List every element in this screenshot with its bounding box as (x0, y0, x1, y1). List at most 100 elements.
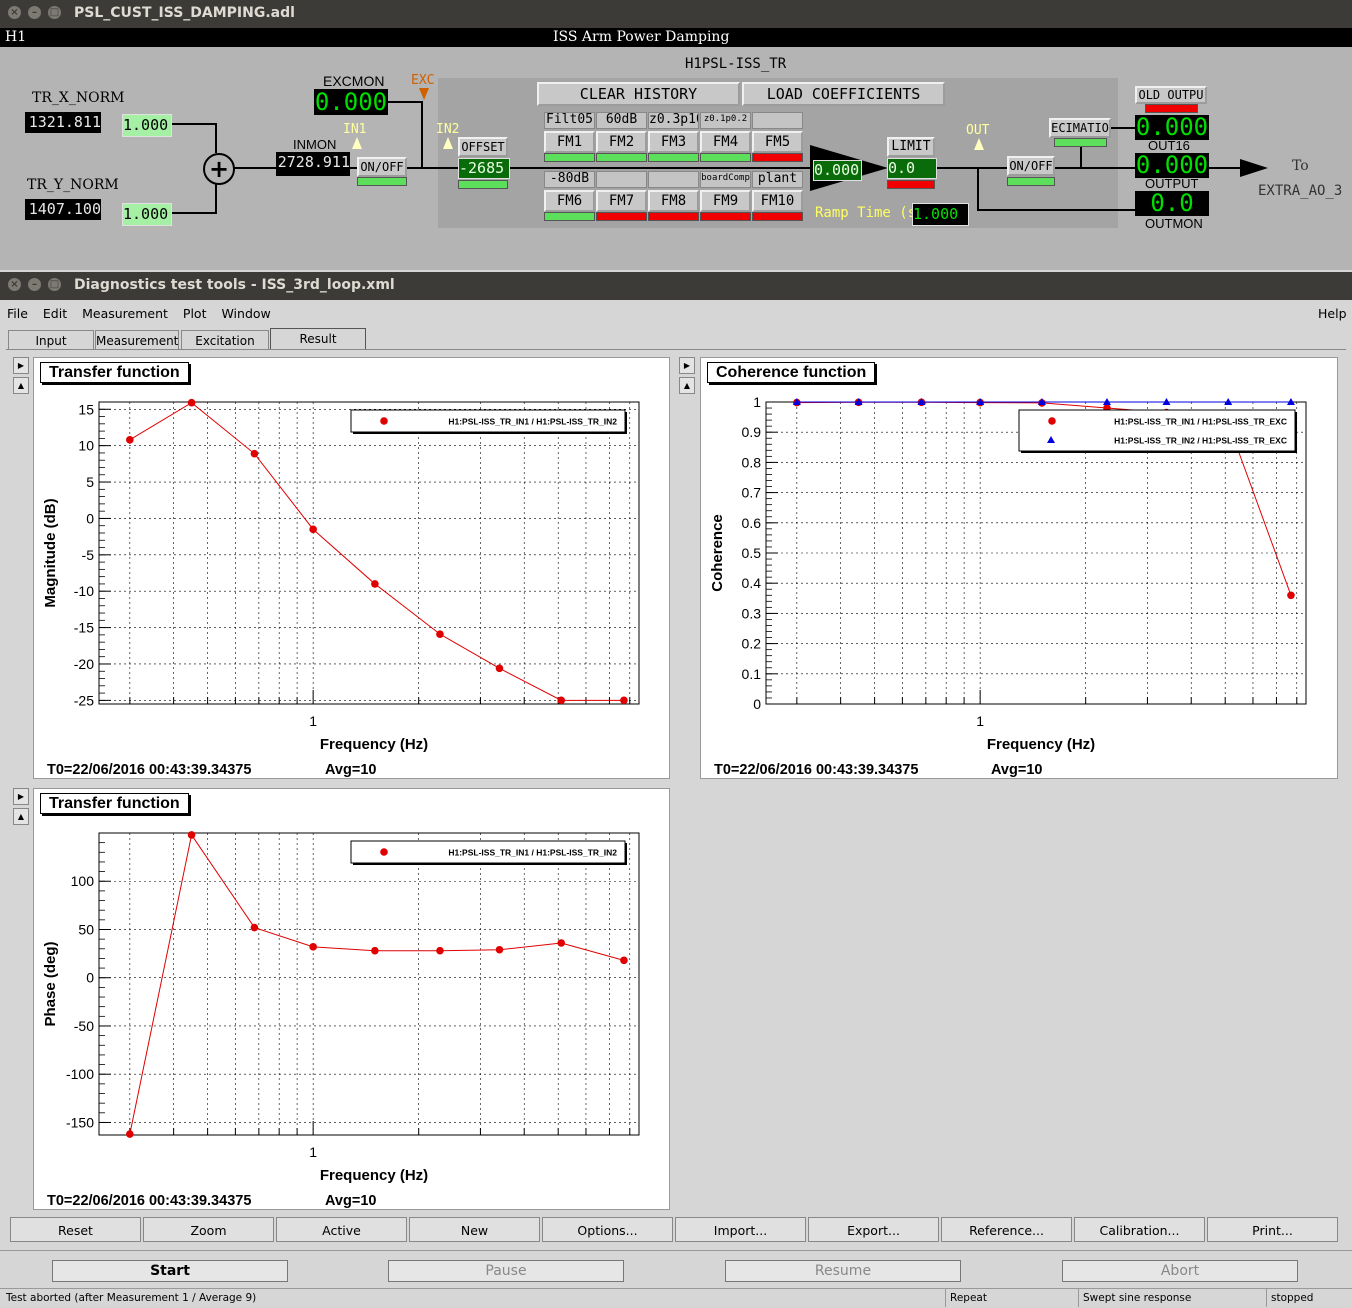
fm-button[interactable]: FM4 (700, 131, 751, 153)
filter-name-label: z0.1p0.2 (700, 112, 751, 129)
offset-indicator (458, 180, 508, 189)
menu-window[interactable]: Window (221, 306, 270, 321)
fm-button[interactable]: FM10 (752, 190, 803, 212)
clear-history-button[interactable]: CLEAR HISTORY (537, 82, 740, 106)
output-onoff-button[interactable]: ON/OFF (1007, 156, 1055, 176)
new-button[interactable]: New (409, 1217, 540, 1242)
fm-button[interactable]: FM6 (544, 190, 595, 212)
filter-name-label: 60dB (596, 112, 647, 129)
offset-button[interactable]: OFFSET (458, 137, 508, 157)
filter-name-label: z0.3p10 (648, 112, 699, 129)
tab-input[interactable]: Input (8, 330, 94, 349)
status-type: Swept sine response (1078, 1289, 1266, 1307)
menu-file[interactable]: File (7, 306, 28, 321)
x-tick-label: 1 (309, 1144, 317, 1160)
in2-arrow-icon (443, 137, 453, 149)
tab-measurement[interactable]: Measurement (95, 330, 179, 349)
tr-x-gain-field[interactable]: 1.000 (122, 114, 172, 137)
data-point (436, 630, 444, 638)
in1-label: IN1 (343, 122, 367, 137)
tab-result[interactable]: Result (270, 328, 366, 350)
load-coefficients-button[interactable]: LOAD COEFFICIENTS (742, 82, 945, 106)
start-button[interactable]: Start (52, 1260, 288, 1282)
maximize-icon[interactable]: □ (48, 278, 61, 291)
gain-field[interactable]: 0.000 (813, 160, 862, 181)
y-tick-label: 0.8 (742, 454, 762, 470)
calibration-button[interactable]: Calibration... (1074, 1217, 1205, 1242)
fm-button[interactable]: FM2 (596, 131, 647, 153)
close-icon[interactable]: × (8, 278, 21, 291)
fm-button[interactable]: FM3 (648, 131, 699, 153)
zoom-button[interactable]: Zoom (143, 1217, 274, 1242)
hold-output-button[interactable]: OLD OUTPU (1135, 86, 1207, 104)
dtt-titlebar[interactable]: × – □ Diagnostics test tools - ISS_3rd_l… (0, 272, 1352, 300)
y-tick-label: 0.3 (742, 605, 762, 621)
menu-edit[interactable]: Edit (43, 306, 67, 321)
inmon-label: INMON (293, 137, 337, 152)
data-point (557, 696, 566, 705)
print-button[interactable]: Print... (1207, 1217, 1338, 1242)
pad-expand-button[interactable]: ▶ (13, 357, 29, 374)
output-onoff-indicator (1007, 177, 1055, 186)
data-point (126, 1130, 134, 1138)
y-tick-label: 0 (753, 696, 761, 712)
pause-button[interactable]: Pause (388, 1260, 624, 1282)
tab-excitation[interactable]: Excitation (181, 330, 269, 349)
menu-help[interactable]: Help (1318, 306, 1347, 321)
limit-button[interactable]: LIMIT (887, 137, 935, 157)
medm-titlebar[interactable]: × – □ PSL_CUST_ISS_DAMPING.adl (0, 0, 1352, 28)
plot-title: Coherence function (707, 362, 876, 383)
fm-button[interactable]: FM5 (752, 131, 803, 153)
phase-plot[interactable]: 100 50 0 -50 -100 -150 1Frequency (Hz) Phase (d… (34, 789, 671, 1211)
import-button[interactable]: Import... (675, 1217, 806, 1242)
legend: H1:PSL-ISS_TR_IN1 / H1:PSL-ISS_TR_EXC H1:… (1018, 409, 1297, 453)
ramp-time-field[interactable]: 1.000 (912, 203, 969, 226)
y-tick-label: -150 (66, 1114, 94, 1130)
limit-field[interactable]: 0.0 (887, 158, 937, 179)
plot-pad-coherence[interactable]: 1 0.9 0.8 0.7 0.6 0.5 0.4 0.3 0.2 0.1 0 1 Frequency … (700, 357, 1338, 779)
fm-indicator (752, 212, 803, 221)
reset-button[interactable]: Reset (10, 1217, 141, 1242)
maximize-icon[interactable]: □ (48, 6, 61, 19)
pad-collapse-button[interactable]: ▲ (13, 808, 29, 825)
status-state: stopped (1266, 1289, 1350, 1307)
resume-button[interactable]: Resume (725, 1260, 961, 1282)
y-tick-label: 5 (86, 474, 94, 490)
plot-t0: T0=22/06/2016 00:43:39.34375 (47, 1193, 252, 1209)
dest-channel-label: EXTRA_AO_3 (1258, 183, 1343, 199)
limit-indicator (887, 180, 935, 189)
menu-plot[interactable]: Plot (183, 306, 207, 321)
pad-expand-button[interactable]: ▶ (679, 357, 695, 374)
plot-pad-magnitude[interactable]: 15 10 5 0 -5 -10 -15 -20 -25 1 Frequency (Hz) Magni… (33, 357, 670, 779)
in2-label: IN2 (436, 122, 460, 137)
offset-field[interactable]: -2685 (458, 158, 510, 179)
pad-collapse-button[interactable]: ▲ (13, 377, 29, 394)
fm-button[interactable]: FM1 (544, 131, 595, 153)
options-button[interactable]: Options... (542, 1217, 673, 1242)
fm-button[interactable]: FM9 (700, 190, 751, 212)
fm-button[interactable]: FM8 (648, 190, 699, 212)
data-point (371, 946, 379, 955)
plot-pad-phase[interactable]: 100 50 0 -50 -100 -150 1 Frequency (Hz) Phase (d… (33, 788, 670, 1210)
status-repeat: Repeat (945, 1289, 1075, 1307)
export-button[interactable]: Export... (808, 1217, 939, 1242)
fm-indicator (752, 153, 803, 162)
minimize-icon[interactable]: – (28, 6, 41, 19)
active-button[interactable]: Active (276, 1217, 407, 1242)
input-onoff-button[interactable]: ON/OFF (357, 157, 407, 177)
minimize-icon[interactable]: – (28, 278, 41, 291)
fm-button[interactable]: FM7 (596, 190, 647, 212)
coherence-plot[interactable]: 10.90.80.70.60.50.40.30.20.101Frequency … (701, 358, 1339, 780)
tr-y-label: TR_Y_NORM (27, 177, 119, 193)
menu-measurement[interactable]: Measurement (82, 306, 168, 321)
pad-expand-button[interactable]: ▶ (13, 788, 29, 805)
abort-button[interactable]: Abort (1062, 1260, 1298, 1282)
magnitude-plot[interactable]: 15 10 5 0 -5 -10 -15 -20 -25 1Frequency (Hz) Magni… (34, 358, 671, 780)
legend-marker (380, 417, 388, 425)
plot-avg: Avg=10 (325, 1193, 377, 1209)
pad-collapse-button[interactable]: ▲ (679, 377, 695, 394)
decimation-button[interactable]: ECIMATIO (1049, 118, 1111, 138)
tr-y-gain-field[interactable]: 1.000 (122, 203, 172, 226)
close-icon[interactable]: × (8, 6, 21, 19)
reference-button[interactable]: Reference... (941, 1217, 1072, 1242)
